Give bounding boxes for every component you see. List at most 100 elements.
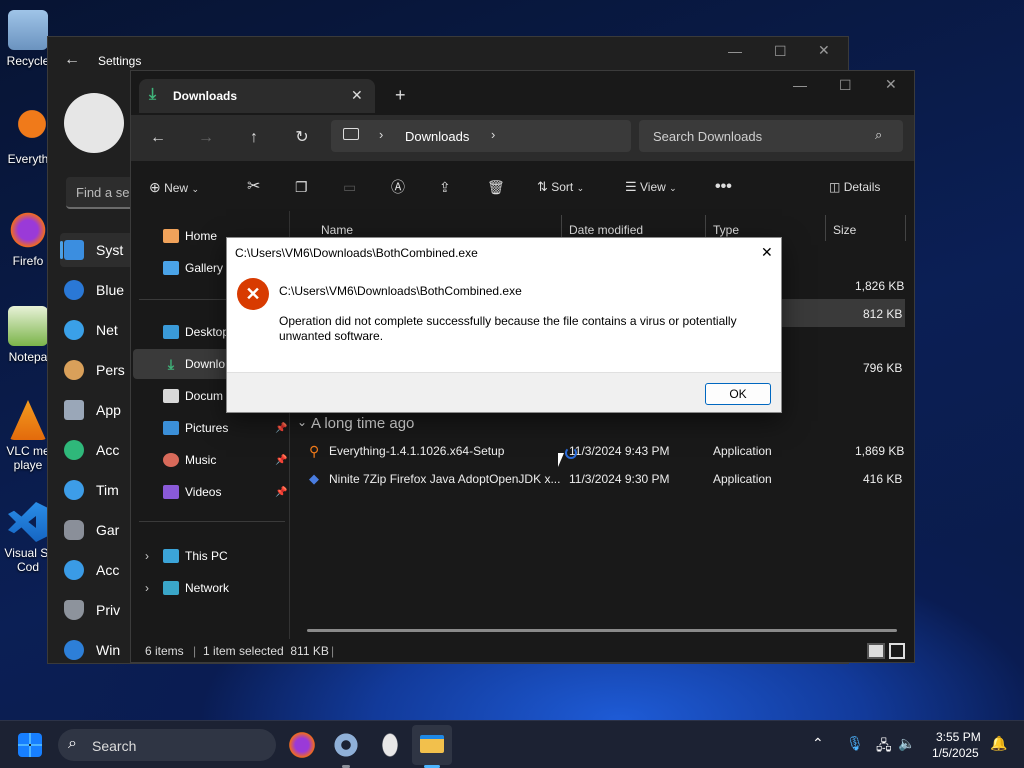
monitor-icon bbox=[343, 128, 359, 140]
error-dialog: C:\Users\VM6\Downloads\BothCombined.exe … bbox=[226, 237, 782, 413]
settings-nav-label: Tim bbox=[96, 482, 119, 498]
pin-icon[interactable]: 📌 bbox=[275, 455, 287, 466]
column-header-size[interactable]: Size bbox=[833, 219, 856, 241]
chevron-up-icon[interactable]: ⌃ bbox=[812, 735, 824, 752]
settings-nav-accent bbox=[60, 241, 63, 259]
sidebar-item-music[interactable]: Music 📌 bbox=[135, 445, 287, 475]
close-icon[interactable]: ✕ bbox=[885, 76, 897, 93]
error-icon: ✕ bbox=[237, 278, 269, 310]
refresh-icon[interactable]: ↻ bbox=[289, 125, 315, 151]
magnifier-icon: ⚲ bbox=[309, 443, 320, 459]
ninite-icon: ◆ bbox=[309, 471, 319, 486]
new-tab-icon[interactable]: + bbox=[395, 85, 406, 106]
tiles-view-icon[interactable] bbox=[889, 643, 905, 659]
download-arrow-icon: ⤓ bbox=[149, 86, 157, 103]
search-placeholder: Search Downloads bbox=[653, 129, 763, 144]
sidebar-item-label: Videos bbox=[185, 485, 222, 499]
details-view-icon[interactable] bbox=[867, 643, 885, 659]
clock-time[interactable]: 3:55 PM bbox=[936, 730, 981, 744]
account-icon bbox=[64, 440, 84, 460]
brush-icon bbox=[64, 360, 84, 380]
cut-button[interactable]: ✂ bbox=[247, 175, 260, 199]
file-size: 416 KB bbox=[863, 472, 903, 486]
forward-arrow-icon[interactable]: → bbox=[193, 125, 219, 151]
horizontal-scrollbar[interactable] bbox=[307, 629, 897, 632]
tab-close-icon[interactable]: ✕ bbox=[351, 87, 363, 104]
search-icon: ⌕ bbox=[68, 735, 77, 752]
dialog-title: C:\Users\VM6\Downloads\BothCombined.exe bbox=[235, 246, 478, 260]
ok-label: OK bbox=[729, 387, 747, 401]
breadcrumb-current[interactable]: Downloads bbox=[405, 129, 469, 144]
file-size: 796 KB bbox=[863, 361, 903, 375]
music-icon bbox=[163, 453, 179, 467]
update-icon bbox=[64, 640, 84, 660]
paste-button[interactable]: ▭ bbox=[343, 175, 356, 199]
network-icon[interactable]: 🖧 bbox=[876, 735, 892, 759]
new-label: New bbox=[164, 181, 189, 195]
chevron-right-icon: › bbox=[379, 127, 384, 142]
maximize-icon[interactable]: ☐ bbox=[839, 77, 852, 94]
details-label: Details bbox=[843, 180, 881, 194]
rename-button[interactable]: Ⓐ bbox=[391, 175, 405, 199]
sidebar-item-videos[interactable]: Videos 📌 bbox=[135, 477, 287, 507]
new-button[interactable]: ⊕ New ⌄ bbox=[149, 175, 199, 199]
status-separator: | bbox=[193, 644, 197, 658]
settings-taskbar-icon[interactable] bbox=[330, 729, 362, 761]
file-size: 812 KB bbox=[863, 307, 903, 321]
view-button[interactable]: ☰ View ⌄ bbox=[625, 175, 677, 199]
ok-button[interactable]: OK bbox=[705, 383, 771, 405]
dialog-close-icon[interactable]: ✕ bbox=[761, 244, 773, 261]
volume-icon[interactable]: 🔈 bbox=[898, 735, 915, 752]
bluetooth-icon bbox=[64, 280, 84, 300]
videos-icon bbox=[163, 485, 179, 499]
delete-button[interactable]: 🗑 bbox=[487, 175, 505, 199]
firefox-taskbar-icon[interactable] bbox=[286, 729, 318, 761]
shield-icon bbox=[64, 600, 84, 620]
table-row[interactable]: ◆ Ninite 7Zip Firefox Java AdoptOpenJDK … bbox=[291, 465, 905, 493]
taskbar-search-box[interactable]: ⌕ Search bbox=[58, 729, 276, 761]
close-icon[interactable]: ✕ bbox=[818, 42, 830, 59]
sidebar-item-this-pc[interactable]: › This PC bbox=[135, 541, 287, 571]
details-button[interactable]: ◫ Details bbox=[829, 175, 880, 199]
notification-bell-icon[interactable]: 🔔 bbox=[990, 735, 1007, 752]
sidebar-item-pictures[interactable]: Pictures 📌 bbox=[135, 413, 287, 443]
maximize-icon[interactable]: ☐ bbox=[774, 43, 787, 60]
avatar bbox=[64, 93, 124, 153]
chevron-right-icon: › bbox=[145, 549, 149, 563]
command-bar: ⊕ New ⌄ ✂ ❐ ▭ Ⓐ ⇪ 🗑 ⇅ Sort ⌄ ☰ View ⌄ ••… bbox=[131, 167, 914, 207]
sort-button[interactable]: ⇅ Sort ⌄ bbox=[537, 175, 584, 199]
chevron-down-icon: ⌄ bbox=[191, 184, 199, 194]
notepad-icon bbox=[8, 306, 48, 346]
clock-date[interactable]: 1/5/2025 bbox=[932, 746, 979, 760]
sidebar-item-label: Gallery bbox=[185, 261, 224, 275]
back-arrow-icon[interactable]: ← bbox=[145, 125, 171, 151]
microphone-icon[interactable]: 🎙 bbox=[846, 735, 864, 752]
minimize-icon[interactable]: — bbox=[793, 77, 807, 93]
more-options-icon[interactable]: ••• bbox=[715, 175, 732, 199]
gamepad-icon bbox=[64, 520, 84, 540]
app-taskbar-icon[interactable] bbox=[374, 729, 406, 761]
chevron-down-icon[interactable]: ⌄ bbox=[297, 415, 307, 429]
search-downloads-input[interactable]: Search Downloads ⌕ bbox=[639, 120, 903, 152]
file-size: 1,826 KB bbox=[855, 279, 905, 293]
file-name: Everything-1.4.1.1026.x64-Setup bbox=[329, 444, 505, 458]
start-button[interactable] bbox=[18, 733, 42, 757]
sidebar-item-network[interactable]: › Network bbox=[135, 573, 287, 603]
up-arrow-icon[interactable]: ↑ bbox=[241, 125, 267, 151]
address-bar[interactable]: › Downloads › bbox=[331, 120, 631, 152]
share-button[interactable]: ⇪ bbox=[439, 175, 451, 199]
back-arrow-icon[interactable]: ← bbox=[64, 51, 80, 69]
pin-icon[interactable]: 📌 bbox=[275, 423, 287, 434]
status-separator: | bbox=[331, 644, 335, 658]
pin-icon[interactable]: 📌 bbox=[275, 487, 287, 498]
table-row[interactable]: ⚲ Everything-1.4.1.1026.x64-Setup 11/3/2… bbox=[291, 437, 905, 465]
home-icon bbox=[163, 229, 179, 243]
settings-nav-label: Blue bbox=[96, 282, 125, 298]
plus-circle-icon: ⊕ bbox=[149, 179, 161, 195]
copy-button[interactable]: ❐ bbox=[295, 175, 308, 199]
minimize-icon[interactable]: — bbox=[728, 43, 742, 59]
settings-nav-label: Pers bbox=[96, 362, 125, 378]
column-divider bbox=[905, 215, 906, 241]
tab-downloads[interactable]: ⤓ Downloads ✕ bbox=[139, 79, 375, 113]
system-icon bbox=[64, 240, 84, 260]
